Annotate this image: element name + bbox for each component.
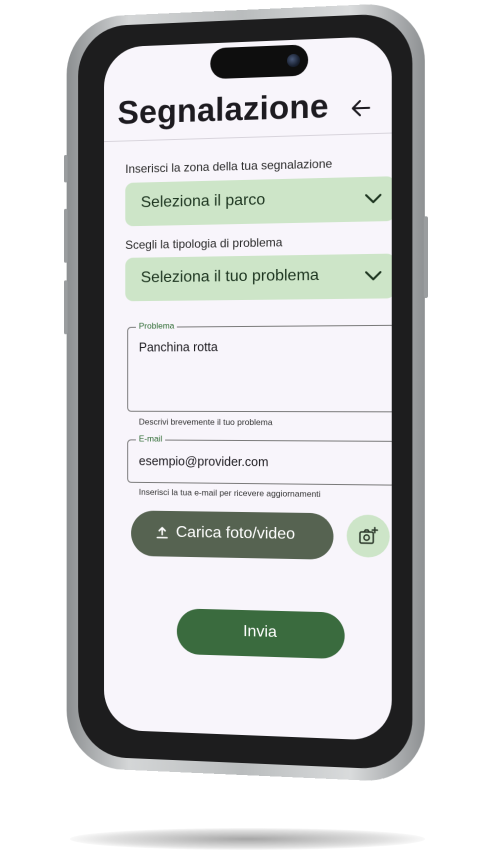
upload-button-label: Carica foto/video <box>175 523 296 543</box>
submit-button[interactable]: Invia <box>176 608 345 660</box>
upload-icon <box>156 527 168 540</box>
phone-shadow <box>70 828 425 850</box>
add-photo-icon <box>358 526 378 547</box>
zone-select[interactable]: Seleziona il parco <box>125 176 392 227</box>
app-screen: Segnalazione Inserisci la zona della tua… <box>104 35 392 741</box>
problem-helper-text: Descrivi brevemente il tuo problema <box>138 416 273 428</box>
side-button-volume-up <box>63 208 68 263</box>
email-field[interactable]: E-mail esempio@provider.com <box>127 433 392 486</box>
zone-select-value: Seleziona il parco <box>140 191 266 212</box>
upload-media-button[interactable]: Carica foto/video <box>131 510 334 560</box>
side-button-volume-down <box>63 280 68 335</box>
dynamic-island <box>210 44 309 80</box>
header-divider <box>104 132 392 143</box>
page-title: Segnalazione <box>117 86 329 131</box>
phone-frame: Segnalazione Inserisci la zona della tua… <box>63 1 428 784</box>
submit-button-label: Invia <box>243 623 277 642</box>
problem-type-select-value: Seleziona il tuo problema <box>140 266 319 287</box>
email-field-legend: E-mail <box>135 433 166 444</box>
chevron-down-icon <box>364 268 382 282</box>
side-button-power <box>423 216 428 299</box>
front-camera-icon <box>286 53 301 68</box>
problem-textarea[interactable]: Problema Panchina rotta <box>127 320 392 413</box>
email-helper-text: Inserisci la tua e-mail per ricevere agg… <box>138 486 321 499</box>
problem-field-value: Panchina rotta <box>138 340 218 355</box>
chevron-down-icon <box>364 191 382 206</box>
problem-type-label: Scegli la tipologia di problema <box>125 235 283 252</box>
side-button-action <box>63 154 68 183</box>
phone-bezel: Segnalazione Inserisci la zona della tua… <box>78 12 413 771</box>
problem-field-legend: Problema <box>135 320 178 331</box>
arrow-left-icon[interactable] <box>349 96 374 121</box>
camera-button[interactable] <box>346 514 390 558</box>
email-field-value: esempio@provider.com <box>138 454 269 470</box>
problem-type-select[interactable]: Seleziona il tuo problema <box>125 253 392 302</box>
zone-label: Inserisci la zona della tua segnalazione <box>125 156 333 176</box>
